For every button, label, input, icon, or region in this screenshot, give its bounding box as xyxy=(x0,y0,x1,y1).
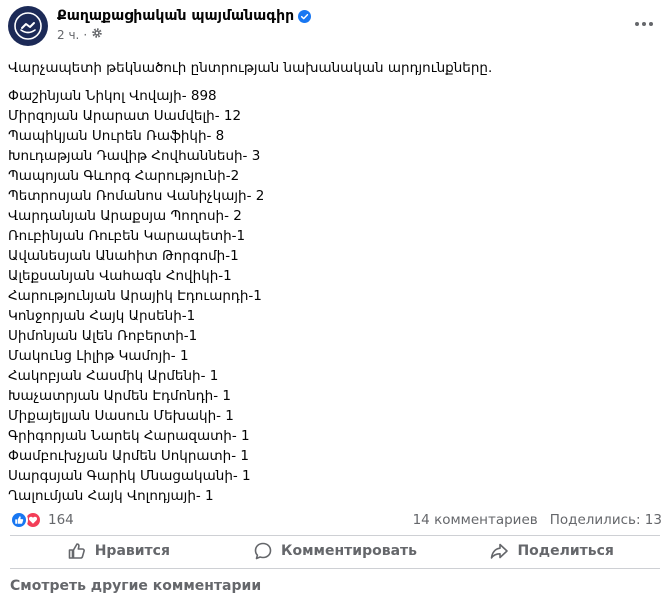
thumbs-up-icon xyxy=(68,543,85,559)
comment-bubble-icon xyxy=(254,542,272,560)
post-time[interactable]: 2 ч. xyxy=(57,28,79,42)
action-bar: Нравится Комментировать Поделиться xyxy=(10,537,660,565)
result-line: Փաշինյան Նիկոլ Վովայի- 898 xyxy=(8,88,217,104)
like-button-label: Нравится xyxy=(94,543,170,559)
result-line: Ավանեսյան Անահիտ Թորգոմի-1 xyxy=(8,248,239,264)
page-logo-icon xyxy=(14,12,42,40)
view-more-comments-link[interactable]: Смотреть другие комментарии xyxy=(10,578,261,594)
reaction-icons[interactable] xyxy=(10,511,42,529)
result-line: Սիմոնյան Ալեն Ռոբերտի-1 xyxy=(8,328,198,344)
settings-gear-icon[interactable] xyxy=(91,27,103,42)
more-options-button[interactable] xyxy=(632,14,656,34)
like-button[interactable]: Нравится xyxy=(10,537,227,565)
reaction-count[interactable]: 164 xyxy=(48,512,74,528)
shares-count[interactable]: Поделились: 13 xyxy=(550,512,662,528)
page-name[interactable]: Քաղաքացիական պայմանագիր xyxy=(57,8,294,24)
comments-count[interactable]: 14 комментариев xyxy=(413,512,538,528)
divider xyxy=(10,535,660,536)
header-text: Քաղաքացիական պայմանագիր 2 ч. · xyxy=(57,8,312,42)
share-button[interactable]: Поделиться xyxy=(443,537,660,565)
verified-badge-icon xyxy=(298,9,312,23)
result-line: Կոնջորյան Հայկ Արսենի-1 xyxy=(8,308,196,324)
post-intro: Վարչապետի թեկնածուի ընտրության նախանական… xyxy=(8,60,493,76)
comment-button[interactable]: Комментировать xyxy=(227,537,444,565)
result-line: Մակունց Լիլիթ Կամոյի- 1 xyxy=(8,348,189,364)
result-line: Գրիգորյան Նարեկ Հարազատի- 1 xyxy=(8,428,250,444)
more-horizontal-icon xyxy=(635,22,653,26)
result-line: Խաչատրյան Արմեն Էդմոնդի- 1 xyxy=(8,388,231,404)
comment-button-label: Комментировать xyxy=(281,543,417,559)
results-list: Փաշինյան Նիկոլ Վովայի- 898 Միրզոյան Արար… xyxy=(8,86,660,506)
result-line: Միքայելյան Սասուն Մեխակի- 1 xyxy=(8,408,234,424)
divider xyxy=(10,568,660,569)
page-avatar[interactable] xyxy=(8,6,48,46)
result-line: Սարգսյան Գարիկ Մնացականի- 1 xyxy=(8,468,251,484)
result-line: Հարությունյան Արայիկ Էդուարդի-1 xyxy=(8,288,262,304)
result-line: Ալեքսանյան Վահագն Հովիկի-1 xyxy=(8,268,232,284)
result-line: Հակոբյան Հասմիկ Արմենի- 1 xyxy=(8,368,219,384)
result-line: Միրզոյան Արարատ Սամվելի- 12 xyxy=(8,108,242,124)
post-header: Քաղաքացիական պայմանագիր 2 ч. · xyxy=(8,6,670,50)
reactions-summary: 164 14 комментариев Поделились: 13 xyxy=(10,510,662,530)
result-line: Խուդաթյան Դավիթ Հովհաննեսի- 3 xyxy=(8,148,261,164)
result-line: Պապոյան Գևորգ Հարությունի-2 xyxy=(8,168,240,184)
result-line: Պապիկյան Սուրեն Ռաֆիկի- 8 xyxy=(8,128,225,144)
engagement-counts: 14 комментариев Поделились: 13 xyxy=(413,512,662,528)
result-line: Փամբուխչյան Արմեն Սոկրատի- 1 xyxy=(8,448,249,464)
result-line: Ռուբինյան Ռուբեն Կարապետի-1 xyxy=(8,228,246,244)
post-card: Քաղաքացիական պայմանագիր 2 ч. · Վարչապետի… xyxy=(0,0,670,601)
post-text: Վարչապետի թեկնածուի ընտրության նախանական… xyxy=(8,58,660,506)
result-line: Ղալումյան Հայկ Վոլոդյայի- 1 xyxy=(8,488,214,504)
page-name-row: Քաղաքացիական պայմանագիր xyxy=(57,8,312,24)
result-line: Վարդանյան Արաքսյա Պողոսի- 2 xyxy=(8,208,242,224)
like-reaction-icon xyxy=(10,511,28,529)
post-meta: 2 ч. · xyxy=(57,27,311,42)
result-line: Պետրոսյան Ռոմանոս Վանիչկայի- 2 xyxy=(8,188,265,204)
share-button-label: Поделиться xyxy=(517,543,614,559)
share-arrow-icon xyxy=(491,543,509,559)
meta-separator: · xyxy=(83,27,88,42)
